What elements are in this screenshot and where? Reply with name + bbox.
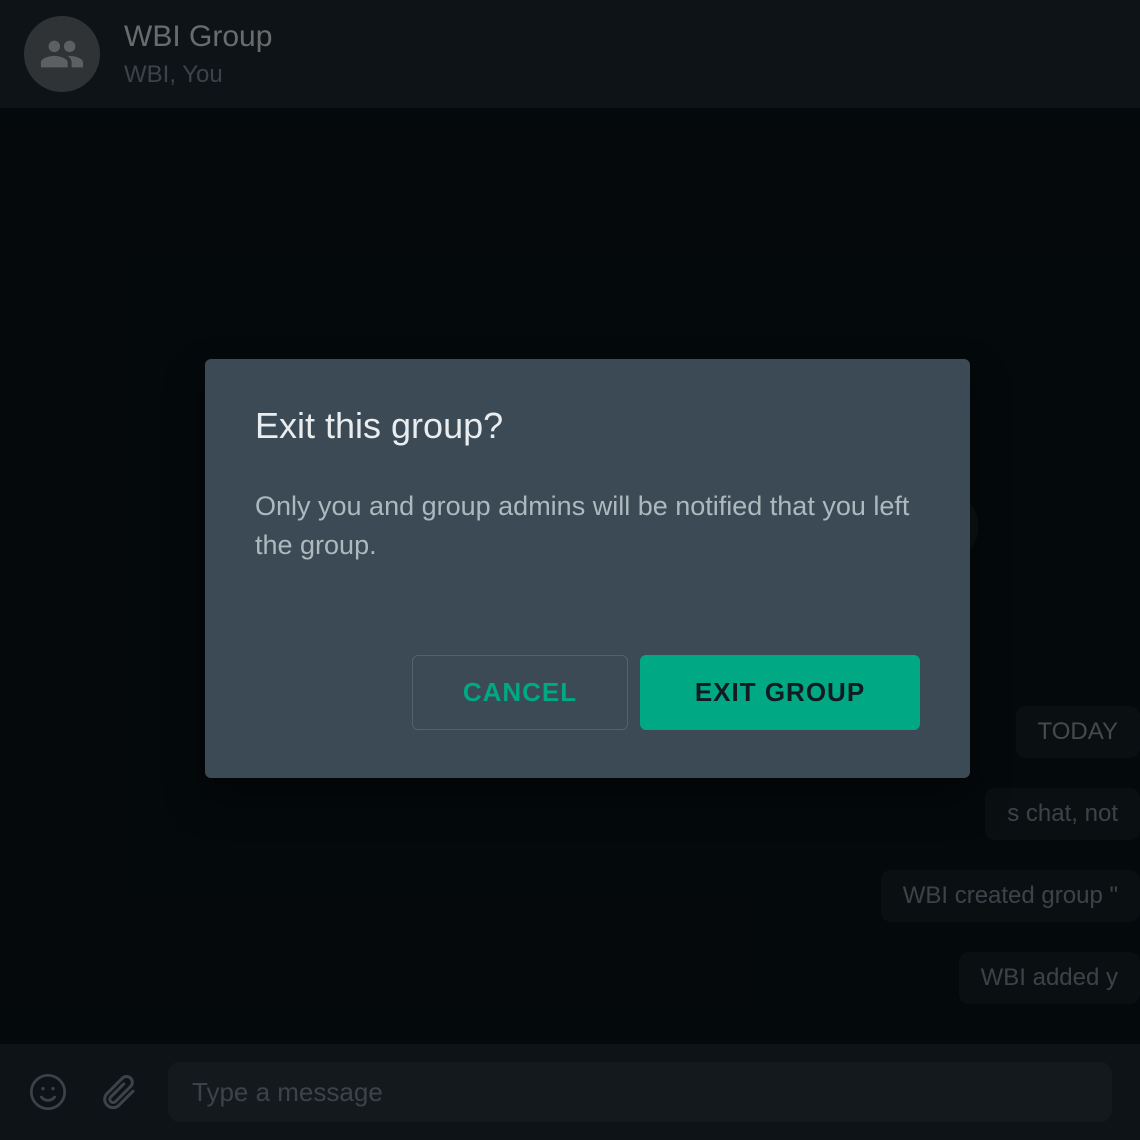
cancel-button[interactable]: CANCEL <box>412 655 628 730</box>
exit-group-dialog: Exit this group? Only you and group admi… <box>205 359 970 778</box>
dialog-title: Exit this group? <box>255 405 920 447</box>
exit-group-button[interactable]: EXIT GROUP <box>640 655 920 730</box>
dialog-body: Only you and group admins will be notifi… <box>255 487 920 565</box>
modal-backdrop[interactable]: Exit this group? Only you and group admi… <box>0 0 1140 1140</box>
dialog-actions: CANCEL EXIT GROUP <box>255 655 920 730</box>
